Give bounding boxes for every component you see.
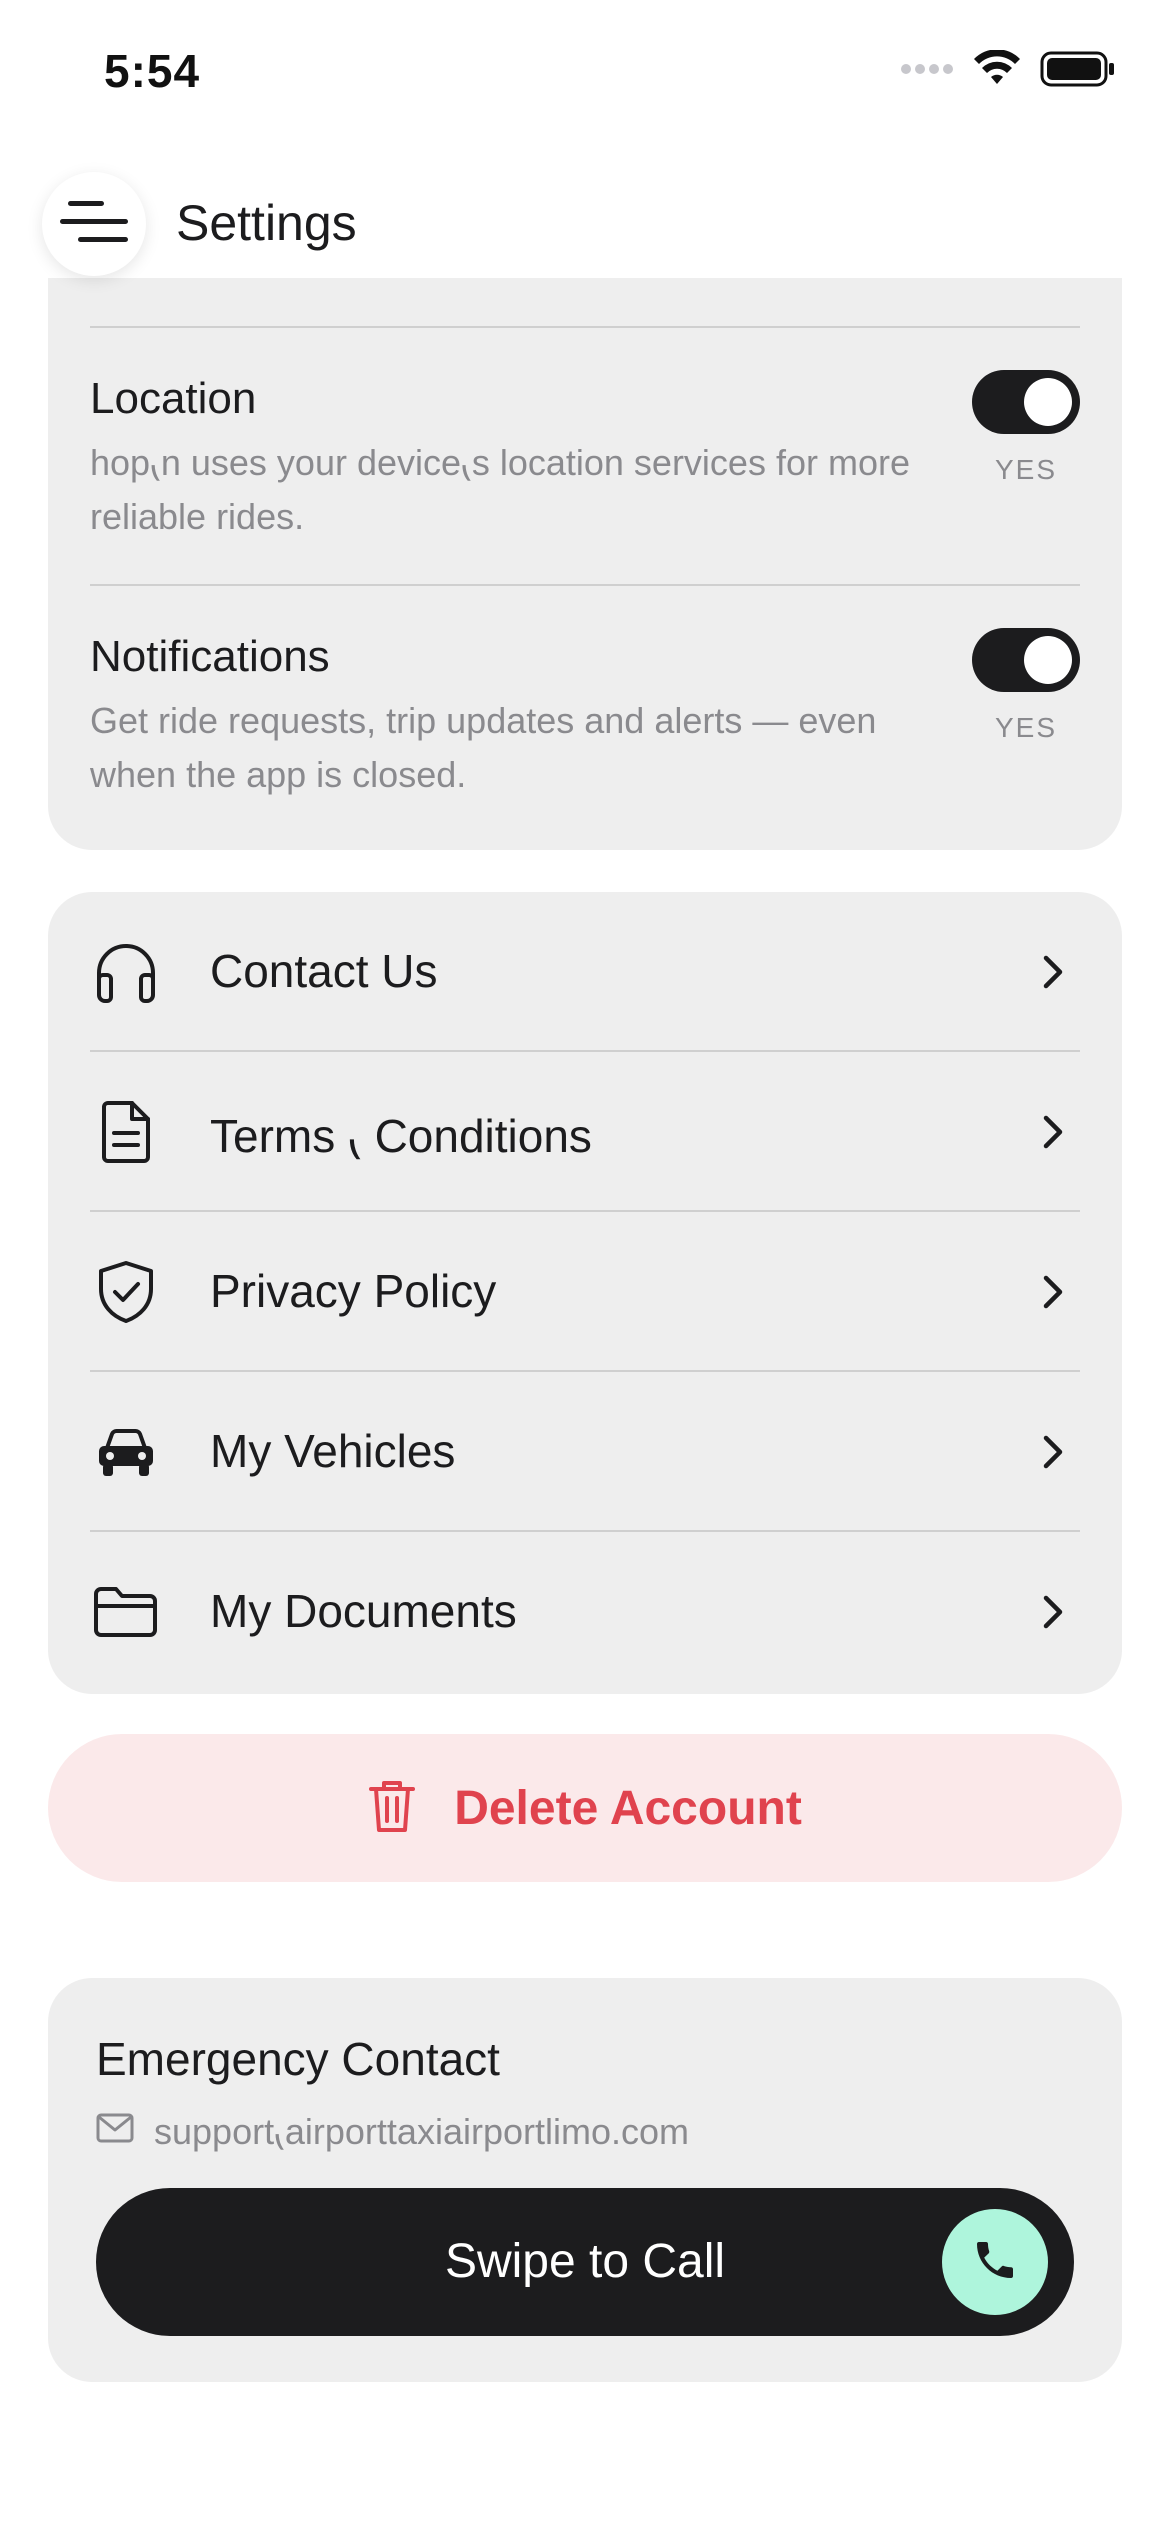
menu-item-label: My Documents — [210, 1585, 517, 1637]
menu-item-contact-us[interactable]: Contact Us — [48, 892, 1122, 1052]
page-title: Settings — [176, 195, 357, 251]
settings-menu-card: Contact Us Terms ⹛ Conditions Privacy Po… — [48, 892, 1122, 1694]
notifications-title: Notifications — [90, 632, 330, 681]
status-bar: 5:54 — [0, 0, 1170, 150]
trash-icon — [368, 1778, 416, 1839]
emergency-contact-card: Emergency Contact support⹛airporttaxiair… — [48, 1978, 1122, 2382]
menu-item-terms-conditions[interactable]: Terms ⹛ Conditions — [48, 1052, 1122, 1212]
hamburger-menu-icon — [58, 199, 130, 250]
swipe-to-call-slider[interactable]: Swipe to Call — [96, 2188, 1074, 2336]
chevron-right-icon — [1032, 950, 1072, 994]
notifications-toggle-state: YES — [994, 712, 1058, 743]
phone-icon — [971, 2236, 1019, 2289]
status-icons — [900, 49, 1116, 93]
toggle-knob — [1024, 636, 1072, 684]
wifi-icon — [972, 49, 1022, 93]
emergency-email-row: support⹛airporttaxiairportlimo.com — [96, 2106, 689, 2155]
header: Settings — [0, 150, 1170, 278]
emergency-contact-title: Emergency Contact — [96, 2033, 500, 2085]
location-description: hop⹛n uses your device⹛s location servic… — [90, 442, 910, 537]
chevron-right-icon — [1032, 1590, 1072, 1634]
battery-icon — [1040, 50, 1116, 93]
notifications-description: Get ride requests, trip updates and aler… — [90, 700, 877, 795]
menu-item-my-documents[interactable]: My Documents — [48, 1532, 1122, 1692]
mail-icon — [96, 2113, 134, 2148]
chevron-right-icon — [1032, 1110, 1072, 1154]
location-toggle-state: YES — [994, 454, 1058, 485]
car-icon — [90, 1416, 162, 1488]
menu-item-privacy-policy[interactable]: Privacy Policy — [48, 1212, 1122, 1372]
menu-item-label: Terms ⹛ Conditions — [210, 1110, 592, 1162]
shield-check-icon — [90, 1256, 162, 1328]
notifications-toggle[interactable] — [972, 628, 1080, 692]
document-icon — [90, 1096, 162, 1168]
toggle-knob — [1024, 378, 1072, 426]
divider — [90, 584, 1080, 586]
headphones-icon — [90, 936, 162, 1008]
folder-icon — [90, 1576, 162, 1648]
menu-item-label: My Vehicles — [210, 1425, 456, 1477]
chevron-right-icon — [1032, 1430, 1072, 1474]
status-time: 5:54 — [104, 45, 201, 97]
swipe-to-call-label: Swipe to Call — [444, 2235, 726, 2288]
menu-item-label: Privacy Policy — [210, 1265, 497, 1317]
swipe-handle[interactable] — [942, 2209, 1048, 2315]
delete-account-button[interactable]: Delete Account — [48, 1734, 1122, 1882]
location-toggle[interactable] — [972, 370, 1080, 434]
location-title: Location — [90, 374, 257, 423]
menu-button[interactable] — [42, 172, 146, 276]
preferences-card: Location hop⹛n uses your device⹛s locati… — [48, 240, 1122, 850]
divider — [90, 326, 1080, 328]
signal-icon — [900, 62, 954, 81]
menu-item-label: Contact Us — [210, 945, 438, 997]
delete-account-label: Delete Account — [454, 1781, 802, 1835]
chevron-right-icon — [1032, 1270, 1072, 1314]
menu-item-my-vehicles[interactable]: My Vehicles — [48, 1372, 1122, 1532]
emergency-email: support⹛airporttaxiairportlimo.com — [154, 2111, 689, 2152]
